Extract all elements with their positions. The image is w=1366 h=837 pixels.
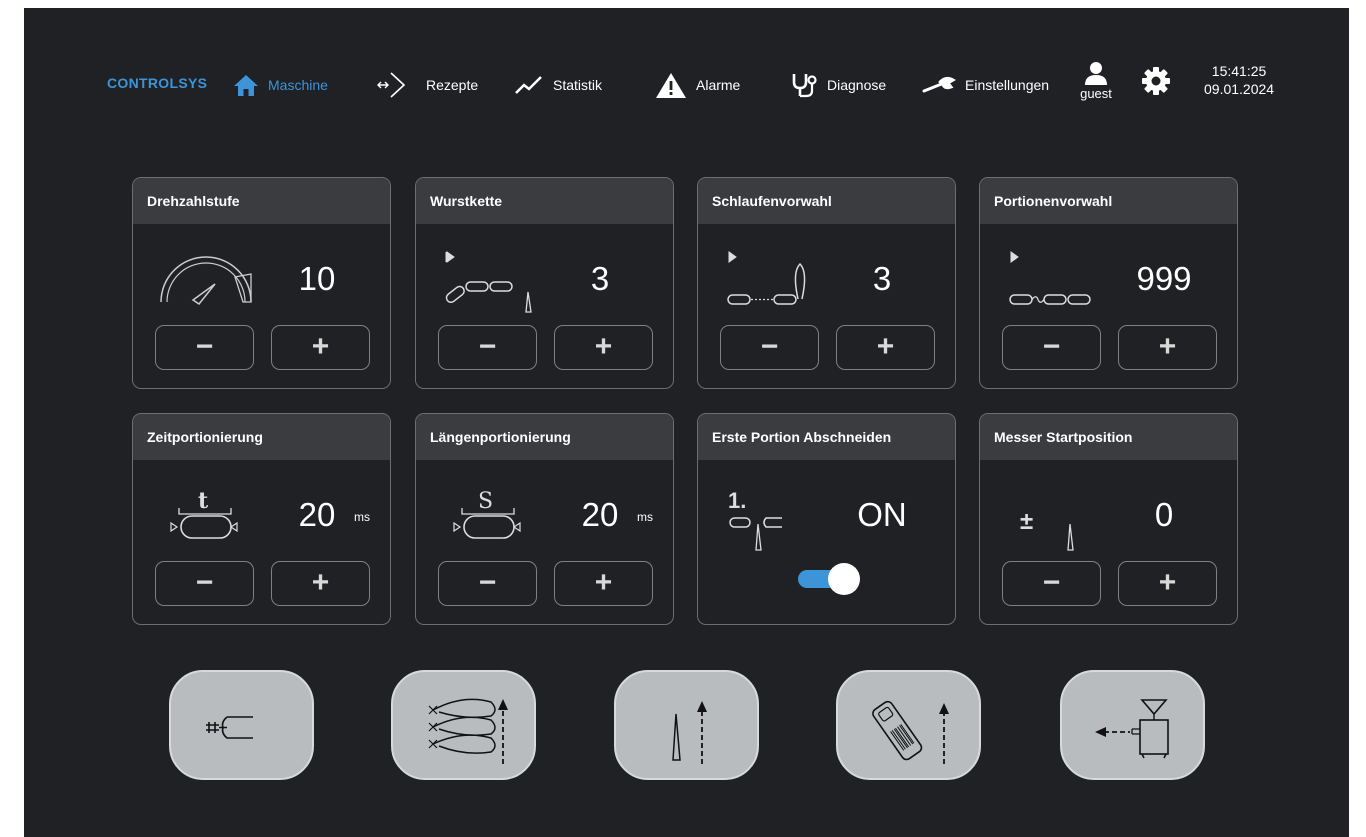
trend-line-icon	[515, 76, 542, 94]
nav-item-rezepte[interactable]: Rezepte	[374, 68, 478, 102]
loops-up-icon	[428, 698, 508, 764]
increment-button[interactable]: +	[836, 325, 935, 370]
card-drehzahlstufe: Drehzahlstufe 10 − +	[132, 177, 391, 389]
decrement-button[interactable]: −	[155, 325, 254, 370]
nav-label: Diagnose	[827, 77, 887, 93]
user-icon	[1085, 62, 1107, 85]
card-laengenportionierung: Längenportionierung S 20 ms − +	[415, 413, 674, 625]
card-schlaufenvorwahl: Schlaufenvorwahl 3 − +	[697, 177, 956, 389]
scanner-up-icon	[872, 700, 949, 764]
increment-button[interactable]: +	[554, 325, 653, 370]
decrement-button[interactable]: −	[438, 325, 537, 370]
loops-up-button[interactable]	[391, 670, 536, 780]
home-icon	[234, 75, 258, 96]
hopper-eject-button[interactable]	[1060, 670, 1205, 780]
casing-fill-button[interactable]	[169, 670, 314, 780]
nav-label: Statistik	[553, 77, 603, 93]
decrement-button[interactable]: −	[155, 561, 254, 606]
length-portion-icon: S	[453, 489, 521, 539]
card-wurstkette: Wurstkette 3 − +	[415, 177, 674, 389]
nav-item-maschine[interactable]: Maschine	[233, 68, 328, 102]
increment-button[interactable]: +	[1118, 561, 1217, 606]
card-portionenvorwahl: Portionenvorwahl 999 − +	[979, 177, 1238, 389]
first-portion-cut-icon: 1.	[728, 488, 782, 551]
clock-date: 09.01.2024	[1204, 81, 1275, 97]
card-value: 3	[872, 260, 892, 297]
nav-item-alarme[interactable]: Alarme	[655, 68, 740, 102]
card-messer-startposition: Messer Startposition ± 0 − +	[979, 413, 1238, 625]
card-unit: ms	[637, 510, 653, 524]
recipe-arrows-icon	[377, 72, 406, 98]
knife-up-button[interactable]	[614, 670, 759, 780]
wrench-icon	[922, 76, 956, 93]
svg-text:±: ±	[1020, 508, 1033, 535]
user-name: guest	[1080, 86, 1112, 101]
card-value: 0	[1154, 496, 1174, 533]
casing-fill-icon	[206, 716, 253, 739]
card-title: Drehzahlstufe	[133, 178, 390, 224]
machine-screen: CONTROLSYS Maschine Rezepte Statistik Al…	[24, 8, 1349, 837]
card-title: Längenportionierung	[416, 414, 673, 460]
svg-text:S: S	[478, 489, 493, 514]
svg-text:t: t	[198, 488, 209, 514]
card-title: Erste Portion Abschneiden	[698, 414, 955, 460]
card-value: 20	[298, 496, 336, 533]
decrement-button[interactable]: −	[438, 561, 537, 606]
increment-button[interactable]: +	[1118, 325, 1217, 370]
warning-icon	[656, 73, 686, 98]
sausage-chain-icon	[445, 251, 532, 313]
decrement-button[interactable]: −	[1002, 561, 1101, 606]
card-title: Schlaufenvorwahl	[698, 178, 955, 224]
time-portion-icon: t	[170, 488, 238, 539]
gear-icon[interactable]	[1141, 66, 1171, 96]
increment-button[interactable]: +	[271, 325, 370, 370]
card-title: Wurstkette	[416, 178, 673, 224]
card-value: 20	[581, 496, 619, 533]
nav-item-statistik[interactable]: Statistik	[514, 68, 602, 102]
portion-chain-icon	[1009, 251, 1091, 305]
clock: 15:41:25 09.01.2024	[1204, 62, 1274, 98]
card-value: 10	[298, 260, 336, 297]
card-title: Zeitportionierung	[133, 414, 390, 460]
knife-up-icon	[672, 701, 707, 764]
nav-item-einstellungen[interactable]: Einstellungen	[922, 68, 1049, 102]
nav-label: Alarme	[696, 77, 741, 93]
toggle-knob	[828, 563, 860, 595]
brand-logo: CONTROLSYS	[107, 75, 208, 91]
first-portion-toggle[interactable]	[798, 562, 860, 596]
svg-text:1.: 1.	[728, 488, 746, 513]
card-zeitportionierung: Zeitportionierung t 20 ms − +	[132, 413, 391, 625]
nav-label: Maschine	[268, 77, 328, 93]
user-button[interactable]: guest	[1074, 60, 1118, 101]
scanner-up-button[interactable]	[836, 670, 981, 780]
increment-button[interactable]: +	[554, 561, 653, 606]
stethoscope-icon	[792, 74, 817, 98]
loop-chain-icon	[727, 251, 806, 305]
decrement-button[interactable]: −	[1002, 325, 1101, 370]
card-erste-portion-abschneiden: Erste Portion Abschneiden 1. ON	[697, 413, 956, 625]
nav-item-diagnose[interactable]: Diagnose	[790, 68, 886, 102]
nav-label: Einstellungen	[965, 77, 1050, 93]
nav-label: Rezepte	[426, 77, 479, 93]
clock-time: 15:41:25	[1211, 63, 1267, 79]
card-unit: ms	[354, 510, 370, 524]
card-title: Portionenvorwahl	[980, 178, 1237, 224]
card-value: 999	[1136, 260, 1192, 297]
increment-button[interactable]: +	[271, 561, 370, 606]
card-value: ON	[857, 496, 907, 533]
decrement-button[interactable]: −	[720, 325, 819, 370]
card-title: Messer Startposition	[980, 414, 1237, 460]
hopper-eject-icon	[1095, 699, 1169, 759]
speedometer-icon	[160, 256, 252, 306]
knife-position-icon: ±	[1020, 508, 1074, 551]
top-nav: CONTROLSYS Maschine Rezepte Statistik Al…	[24, 8, 1349, 168]
card-value: 3	[590, 260, 610, 297]
